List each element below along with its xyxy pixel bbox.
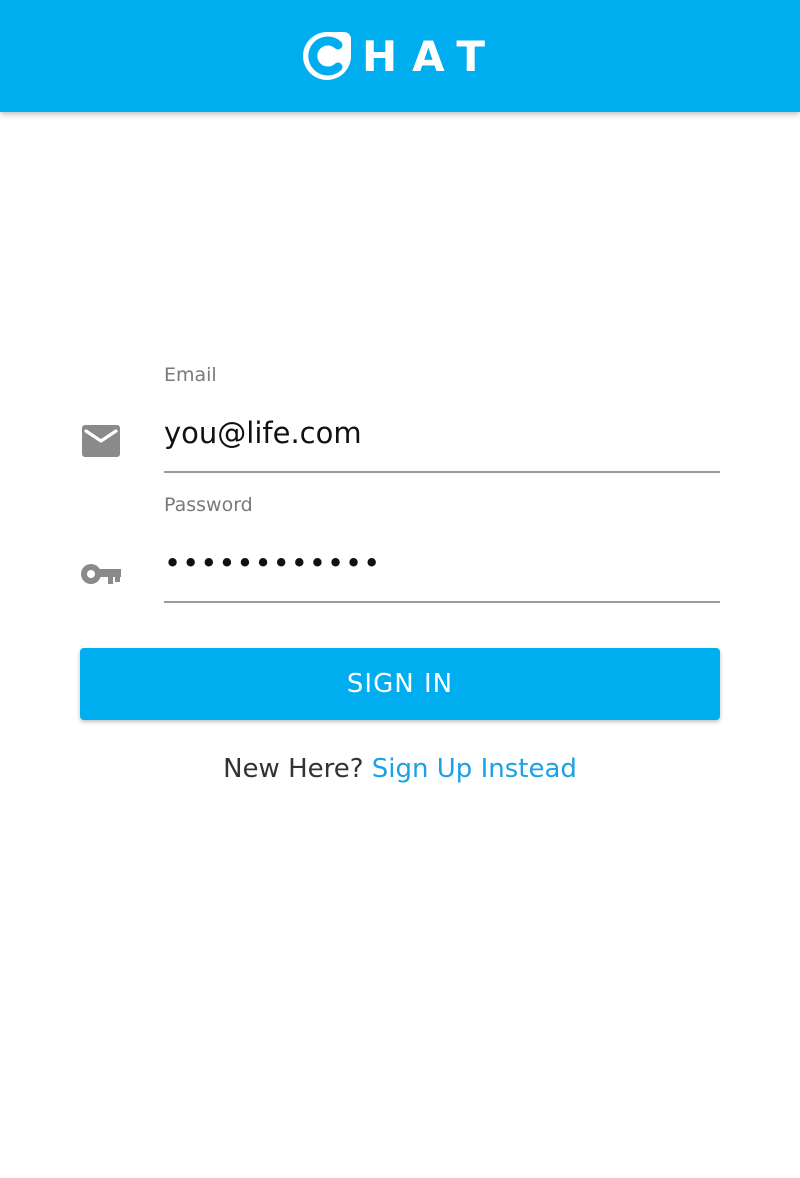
- email-input[interactable]: you@life.com: [164, 419, 362, 448]
- password-input[interactable]: ••••••••••••: [164, 549, 381, 578]
- password-underline: [164, 601, 720, 603]
- logo-text: HAT: [361, 32, 501, 81]
- password-label: Password: [164, 494, 253, 516]
- sign-in-button[interactable]: SIGN IN: [80, 648, 720, 720]
- app-logo: HAT: [300, 26, 500, 86]
- password-field-group: Password ••••••••••••: [80, 490, 720, 620]
- email-underline: [164, 471, 720, 473]
- email-field-group: Email you@life.com: [80, 360, 720, 490]
- sign-up-prompt-text: New Here?: [223, 754, 364, 784]
- key-icon: [80, 553, 122, 595]
- sign-up-prompt: New Here? Sign Up Instead: [80, 754, 720, 785]
- sign-up-link[interactable]: Sign Up Instead: [372, 754, 577, 784]
- mail-icon: [80, 420, 122, 462]
- email-label: Email: [164, 364, 217, 386]
- sign-in-form: Email you@life.com Password ••••••••••••…: [80, 360, 720, 784]
- logo-c-icon: [302, 32, 351, 80]
- app-header: HAT: [0, 0, 800, 112]
